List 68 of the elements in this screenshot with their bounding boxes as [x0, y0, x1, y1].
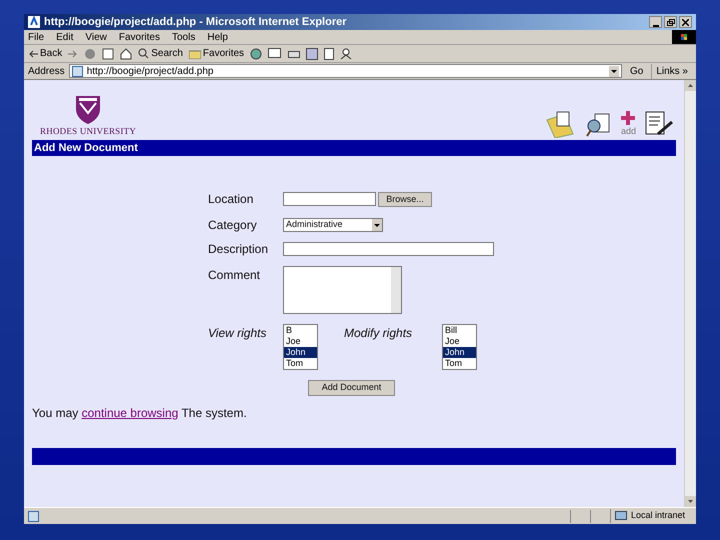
- page-icon: [28, 510, 39, 522]
- page-icon: [72, 66, 83, 76]
- field-label: Modify rights: [344, 325, 414, 342]
- zone-text: Local intranet: [631, 509, 686, 522]
- minimize-button[interactable]: [649, 16, 662, 28]
- field-label: Category: [208, 217, 258, 234]
- close-icon: [682, 18, 689, 26]
- home-icon[interactable]: [120, 48, 132, 60]
- category-dropdown[interactable]: Administrative: [283, 218, 383, 232]
- modify-rights-list[interactable]: Bill Joe John Tom: [442, 324, 477, 370]
- list-option[interactable]: Bill: [443, 325, 476, 336]
- menu-item[interactable]: Edit: [56, 30, 74, 44]
- description-field[interactable]: [283, 242, 494, 256]
- maximize-button[interactable]: [664, 16, 677, 28]
- search-icon: [138, 48, 150, 59]
- list-option[interactable]: John: [443, 347, 476, 358]
- field-label: View rights: [208, 325, 268, 342]
- scroll-up-icon[interactable]: [685, 80, 696, 91]
- links-button[interactable]: Links »: [651, 64, 692, 78]
- footer-text: You may continue browsing The system.: [32, 405, 248, 422]
- search-button[interactable]: Search: [138, 46, 183, 61]
- menu-item[interactable]: File: [28, 30, 44, 44]
- menu-item[interactable]: Help: [207, 30, 228, 44]
- minimize-icon: [652, 25, 658, 27]
- list-option[interactable]: B: [284, 325, 317, 336]
- document-pen-icon[interactable]: [644, 110, 674, 138]
- location-field[interactable]: [283, 192, 376, 206]
- list-option[interactable]: Joe: [284, 336, 317, 347]
- list-option[interactable]: Tom: [443, 358, 476, 369]
- back-button[interactable]: Back: [28, 46, 62, 61]
- browser-icon: [28, 16, 40, 28]
- list-option[interactable]: Joe: [443, 336, 476, 347]
- address-label: Address: [28, 64, 65, 78]
- document-icon[interactable]: [324, 48, 334, 60]
- globe-icon[interactable]: [250, 48, 262, 60]
- field-label: Description: [208, 241, 270, 258]
- forward-arrow-icon[interactable]: [68, 50, 78, 58]
- menu-item[interactable]: View: [85, 30, 107, 44]
- folder-document-icon[interactable]: [544, 110, 575, 138]
- list-option[interactable]: Tom: [284, 358, 317, 369]
- address-field[interactable]: http://boogie/project/add.php: [68, 64, 622, 78]
- add-document-button[interactable]: Add Document: [308, 380, 395, 396]
- restore-icon: [666, 18, 674, 26]
- browse-button[interactable]: Browse...: [378, 192, 432, 206]
- go-button[interactable]: Go: [626, 64, 648, 78]
- crest-icon: [75, 94, 102, 124]
- network-icon: [615, 510, 627, 522]
- comment-field[interactable]: [283, 266, 402, 314]
- favorites-button[interactable]: Favorites: [188, 46, 244, 61]
- scroll-down-icon[interactable]: [685, 496, 696, 507]
- add-button[interactable]: add: [620, 110, 636, 138]
- close-button[interactable]: [679, 16, 692, 28]
- window-title: http://boogie/project/add.php - Microsoft Internet Explorer: [44, 14, 348, 30]
- view-rights-list[interactable]: B Joe John Tom: [283, 324, 318, 370]
- menu-item[interactable]: Tools: [172, 30, 196, 44]
- scrollbar[interactable]: [391, 267, 401, 313]
- back-arrow-icon: [28, 50, 38, 58]
- field-label: Location: [208, 191, 254, 208]
- list-option[interactable]: John: [284, 347, 317, 358]
- scrollbar[interactable]: [684, 80, 696, 507]
- windows-logo-icon: [672, 30, 696, 44]
- menu-item[interactable]: Favorites: [118, 30, 160, 44]
- continue-link[interactable]: continue browsing: [82, 406, 178, 420]
- plus-icon: [621, 110, 636, 124]
- field-label: Comment: [208, 267, 262, 284]
- page-heading: Add New Document: [32, 140, 676, 156]
- folder-icon: [188, 48, 201, 58]
- university-name: RHODES UNIVERSITY: [40, 124, 136, 138]
